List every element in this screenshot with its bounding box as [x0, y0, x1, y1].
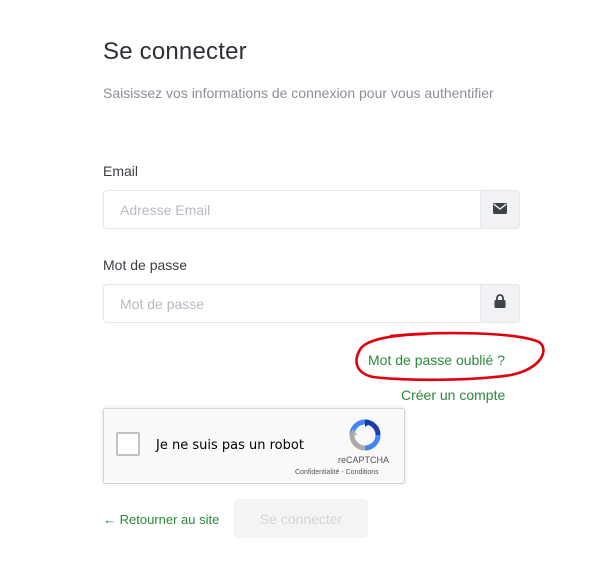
email-addon	[480, 190, 520, 229]
recaptcha-privacy-link[interactable]: Confidentialité	[295, 469, 339, 476]
submit-button[interactable]: Se connecter	[234, 499, 368, 538]
recaptcha-label: Je ne suis pas un robot	[156, 438, 304, 453]
recaptcha-terms-link[interactable]: Conditions	[346, 469, 379, 476]
password-label: Mot de passe	[103, 257, 188, 273]
arrow-left-icon: ←	[103, 512, 116, 527]
recaptcha-brand: reCAPTCHA	[338, 455, 390, 465]
back-to-site-label: Retourner au site	[119, 512, 220, 527]
page-title: Se connecter	[103, 38, 247, 65]
back-to-site-link[interactable]: ← Retourner au site	[103, 512, 219, 527]
recaptcha-widget: Je ne suis pas un robot reCAPTCHA Confid…	[103, 408, 405, 484]
email-input-group	[103, 190, 520, 229]
password-field[interactable]	[103, 284, 480, 323]
email-field[interactable]	[103, 190, 480, 229]
envelope-icon	[493, 201, 507, 219]
forgot-password-link[interactable]: Mot de passe oublié ?	[368, 352, 505, 368]
recaptcha-links: Confidentialité - Conditions	[295, 469, 379, 476]
email-label: Email	[103, 163, 139, 179]
recaptcha-logo-icon	[349, 419, 381, 451]
page-subtitle: Saisissez vos informations de connexion …	[103, 85, 494, 101]
create-account-link[interactable]: Créer un compte	[401, 387, 505, 403]
lock-icon	[494, 294, 506, 313]
recaptcha-checkbox[interactable]	[116, 432, 140, 456]
password-input-group	[103, 284, 520, 323]
password-addon	[480, 284, 520, 323]
